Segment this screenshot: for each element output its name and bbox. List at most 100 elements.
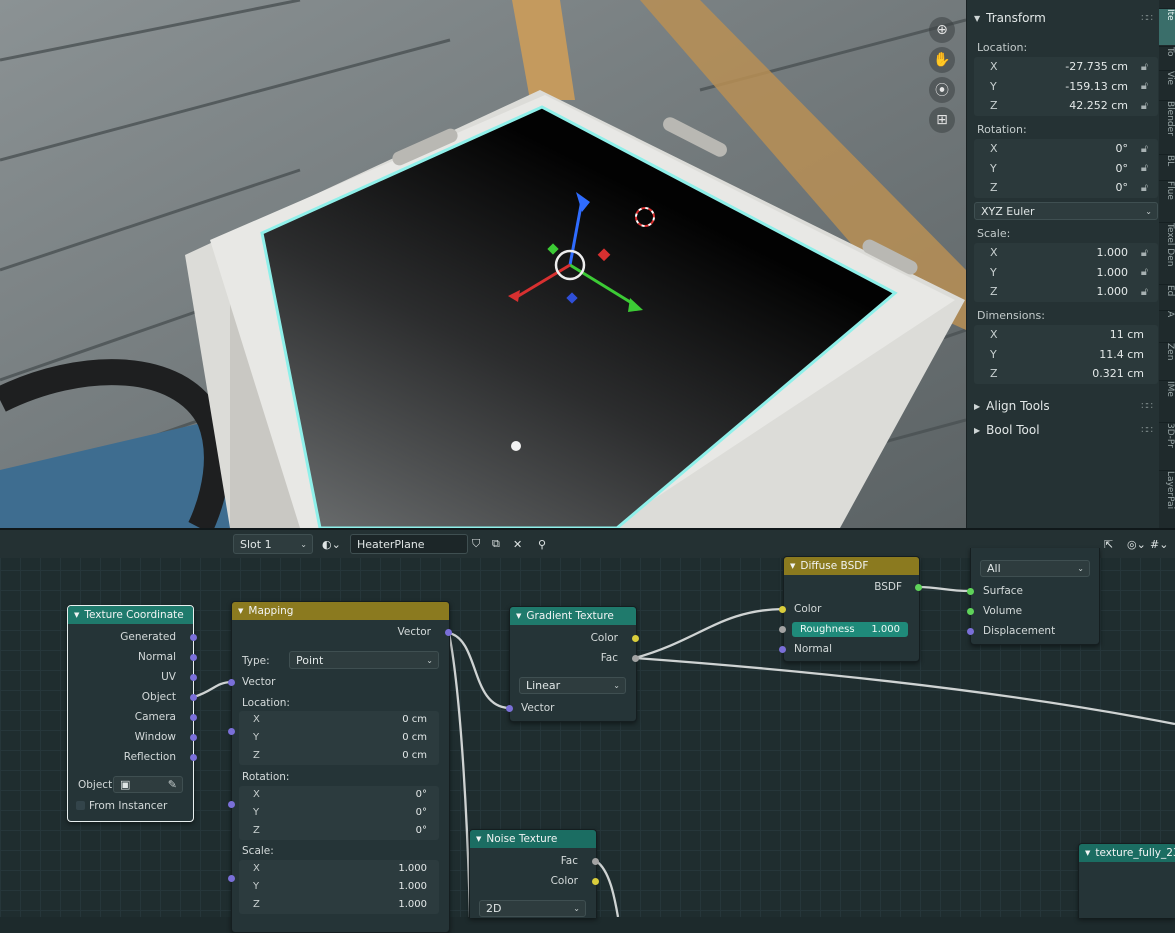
dimensions-y-field[interactable]: Y 11.4 cm — [974, 345, 1158, 365]
input-socket-scale[interactable] — [228, 875, 235, 882]
unlink-material-icon[interactable]: ✕ — [513, 534, 522, 554]
sidebar-tab-item[interactable]: Ite — [1159, 8, 1175, 45]
location-z-field[interactable]: Z 42.252 cm 🔓︎ — [974, 96, 1158, 116]
mapping-rotation-z[interactable]: Z 0° — [239, 822, 439, 840]
bool-tool-panel-header[interactable]: ▶ Bool Tool ∷∷ — [970, 419, 1156, 441]
material-name-field[interactable]: HeaterPlane — [350, 534, 468, 554]
input-socket-normal[interactable] — [779, 646, 786, 653]
scale-z-field[interactable]: Z 1.000 🔓︎ — [974, 282, 1158, 302]
output-socket-vector[interactable] — [445, 629, 452, 636]
lock-icon[interactable]: 🔓︎ — [1141, 79, 1148, 93]
output-socket-window[interactable] — [190, 734, 197, 741]
mapping-rotation-x[interactable]: X 0° — [239, 786, 439, 804]
mapping-location-y[interactable]: Y 0 cm — [239, 729, 439, 747]
dimensions-x-field[interactable]: X 11 cm — [974, 325, 1158, 345]
sidebar-tab-zen[interactable]: Zen — [1159, 342, 1175, 379]
mapping-scale-x[interactable]: X 1.000 — [239, 860, 439, 878]
3d-viewport[interactable]: ⊕ ✋ ⦿ ⊞ — [0, 0, 966, 528]
output-socket-camera[interactable] — [190, 714, 197, 721]
mapping-scale-z[interactable]: Z 1.000 — [239, 896, 439, 914]
align-tools-panel-header[interactable]: ▶ Align Tools ∷∷ — [970, 395, 1156, 417]
duplicate-material-icon[interactable]: ⧉ — [492, 534, 500, 554]
lock-icon[interactable]: 🔓︎ — [1141, 265, 1148, 279]
sidebar-tab-a[interactable]: A — [1159, 310, 1175, 341]
sidebar-tab-flue[interactable]: Flue — [1159, 180, 1175, 221]
mapping-type-dropdown[interactable]: Point ⌄ — [289, 651, 439, 669]
mapping-location-x[interactable]: X 0 cm — [239, 711, 439, 729]
drag-handle-icon[interactable]: ∷∷ — [1141, 13, 1153, 24]
output-socket-normal[interactable] — [190, 654, 197, 661]
node-image-texture[interactable]: ▼ texture_fully_237 — [1078, 843, 1175, 918]
scale-y-field[interactable]: Y 1.000 🔓︎ — [974, 263, 1158, 283]
output-socket-color[interactable] — [592, 878, 599, 885]
fake-user-shield-icon[interactable]: ⛉ — [472, 534, 480, 554]
output-socket-bsdf[interactable] — [915, 584, 922, 591]
output-socket-generated[interactable] — [190, 634, 197, 641]
input-socket-location[interactable] — [228, 728, 235, 735]
rotation-y-field[interactable]: Y 0° 🔓︎ — [974, 159, 1158, 179]
camera-icon[interactable]: ⦿ — [929, 77, 955, 103]
gradient-type-dropdown[interactable]: Linear ⌄ — [519, 677, 626, 694]
output-socket-fac[interactable] — [592, 858, 599, 865]
input-socket-vector[interactable] — [506, 705, 513, 712]
overlay-toggle-icon[interactable]: ◎⌄ — [1127, 534, 1146, 554]
node-title: Diffuse BSDF — [800, 560, 869, 572]
sidebar-tab-blender[interactable]: Blender — [1159, 100, 1175, 153]
location-x-field[interactable]: X -27.735 cm 🔓︎ — [974, 57, 1158, 77]
scale-x-field[interactable]: X 1.000 🔓︎ — [974, 243, 1158, 263]
location-y-field[interactable]: Y -159.13 cm 🔓︎ — [974, 77, 1158, 97]
sidebar-tab-layer-painter[interactable]: LayerPai — [1159, 470, 1175, 523]
snap-grid-icon[interactable]: #⌄ — [1150, 534, 1168, 554]
from-instancer-checkbox[interactable]: From Instancer — [76, 800, 167, 812]
sidebar-tab-ime[interactable]: IMe — [1159, 380, 1175, 421]
output-socket-color[interactable] — [632, 635, 639, 642]
mapping-rotation-y[interactable]: Y 0° — [239, 804, 439, 822]
drag-handle-icon[interactable]: ∷∷ — [1141, 425, 1153, 436]
zoom-icon[interactable]: ⊕ — [929, 17, 955, 43]
rotation-mode-dropdown[interactable]: XYZ Euler ⌄ — [974, 202, 1158, 220]
output-target-dropdown[interactable]: All ⌄ — [980, 560, 1090, 577]
parent-node-tree-icon[interactable]: ⇱ — [1104, 534, 1113, 554]
lock-icon[interactable]: 🔓︎ — [1141, 285, 1148, 299]
input-socket-color[interactable] — [779, 606, 786, 613]
pin-icon[interactable]: ⚲ — [538, 534, 546, 554]
input-socket-rotation[interactable] — [228, 801, 235, 808]
lock-icon[interactable]: 🔓︎ — [1141, 161, 1148, 175]
mapping-scale-y[interactable]: Y 1.000 — [239, 878, 439, 896]
lock-icon[interactable]: 🔓︎ — [1141, 99, 1148, 113]
lock-icon[interactable]: 🔓︎ — [1141, 181, 1148, 195]
rotation-z-field[interactable]: Z 0° 🔓︎ — [974, 178, 1158, 198]
noise-dimensions-dropdown[interactable]: 2D ⌄ — [479, 900, 586, 917]
dimensions-z-field[interactable]: Z 0.321 cm — [974, 364, 1158, 384]
transform-panel-header[interactable]: ▼ Transform ∷∷ — [970, 7, 1156, 29]
input-socket-displacement[interactable] — [967, 628, 974, 635]
sidebar-tab-view[interactable]: Vie — [1159, 70, 1175, 99]
input-socket-roughness[interactable] — [779, 626, 786, 633]
sidebar-tab-edit[interactable]: Ed — [1159, 284, 1175, 309]
rotation-x-field[interactable]: X 0° 🔓︎ — [974, 139, 1158, 159]
eyedropper-icon[interactable]: ✎ — [168, 778, 177, 791]
grid-perspective-icon[interactable]: ⊞ — [929, 107, 955, 133]
lock-icon[interactable]: 🔓︎ — [1141, 142, 1148, 156]
sidebar-tab-3d-print[interactable]: 3D-Pr — [1159, 422, 1175, 469]
object-picker-field[interactable]: ▣ ✎ — [113, 776, 183, 793]
output-socket-uv[interactable] — [190, 674, 197, 681]
roughness-slider[interactable]: Roughness 1.000 — [792, 622, 908, 637]
input-socket-vector[interactable] — [228, 679, 235, 686]
sidebar-tab-tool[interactable]: To — [1159, 46, 1175, 69]
lock-icon[interactable]: 🔓︎ — [1141, 246, 1148, 260]
mapping-location-z[interactable]: Z 0 cm — [239, 747, 439, 765]
output-socket-reflection[interactable] — [190, 754, 197, 761]
output-socket-fac[interactable] — [632, 655, 639, 662]
lock-icon[interactable]: 🔓︎ — [1141, 60, 1148, 74]
input-socket-surface[interactable] — [967, 588, 974, 595]
dimensions-z-value: 0.321 cm — [1092, 367, 1144, 381]
drag-handle-icon[interactable]: ∷∷ — [1141, 401, 1153, 412]
input-socket-volume[interactable] — [967, 608, 974, 615]
output-socket-object[interactable] — [190, 694, 197, 701]
material-slot-dropdown[interactable]: Slot 1 ⌄ — [233, 534, 313, 554]
pan-hand-icon[interactable]: ✋ — [929, 47, 955, 73]
sidebar-tab-bl[interactable]: BL — [1159, 154, 1175, 179]
material-browse-icon[interactable]: ◐⌄ — [322, 534, 348, 554]
sidebar-tab-texel-density[interactable]: Texel Den — [1159, 222, 1175, 283]
